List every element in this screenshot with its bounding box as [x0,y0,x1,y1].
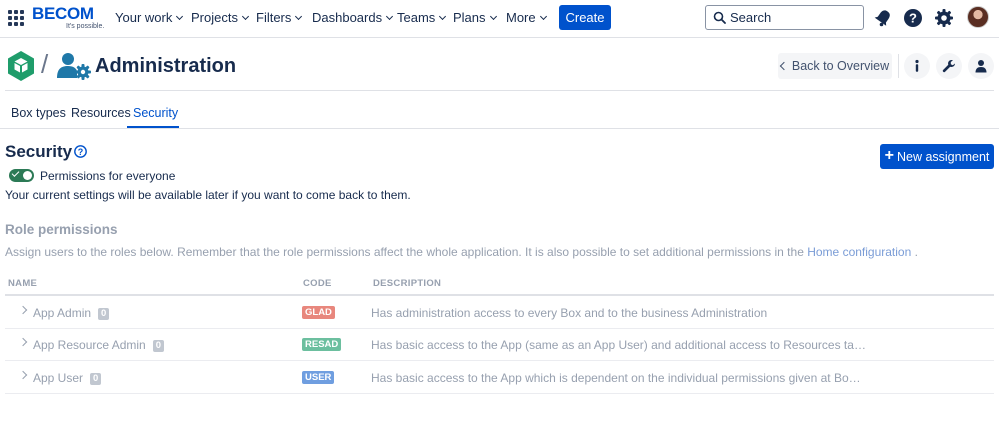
nav-label: Filters [256,10,292,25]
role-description: Has basic access to the App (same as an … [371,338,866,352]
role-name: App User [33,371,84,385]
table-row-name[interactable]: App User 0 [33,371,102,385]
notifications-icon[interactable] [872,7,894,29]
chevron-down-icon [176,12,184,21]
column-header-description[interactable]: DESCRIPTION [373,278,441,289]
role-description: Has administration access to every Box a… [371,306,768,320]
nav-label: Projects [191,10,238,25]
app-switcher-icon[interactable] [8,10,24,26]
search-input[interactable] [730,9,858,26]
chevron-down-icon [386,12,394,21]
user-button[interactable] [968,53,994,79]
chevron-left-icon [779,61,789,71]
row-divider [5,360,994,361]
becom-logo[interactable]: BECOM It's possible. [32,4,105,32]
nav-label: Dashboards [312,10,383,25]
role-code-badge: USER [302,371,335,384]
info-icon [915,59,919,72]
top-navigation: BECOM It's possible. Your work Projects … [0,0,999,38]
home-configuration-link[interactable]: Home configuration [807,245,911,259]
nav-filters[interactable]: Filters [256,10,303,25]
role-code-badge: RESAD [302,338,342,351]
column-header-name[interactable]: NAME [8,278,37,289]
tabs-divider [0,128,999,129]
back-to-overview-label: Back to Overview [791,59,890,73]
new-assignment-button[interactable]: + New assignment [880,144,994,169]
search-box[interactable] [705,5,864,30]
row-divider [5,328,994,329]
toggle-label: Permissions for everyone [40,169,176,183]
section-title: Security [5,142,73,161]
nav-teams[interactable]: Teams [397,10,447,25]
check-icon [11,169,20,177]
chevron-down-icon [295,12,303,21]
tab-box-types[interactable]: Box types [11,106,66,120]
configure-button[interactable] [936,53,962,79]
new-assignment-label: New assignment [896,149,990,164]
nav-dashboards[interactable]: Dashboards [312,10,394,25]
nav-projects[interactable]: Projects [191,10,250,25]
settings-icon[interactable] [933,7,955,29]
chevron-down-icon [539,12,547,21]
role-description-text: Assign users to the roles below. Remembe… [5,245,804,259]
table-header-divider [5,294,994,296]
nav-more[interactable]: More [506,10,547,25]
nav-label: More [506,10,536,25]
nav-label: Your work [115,10,173,25]
nav-your-work[interactable]: Your work [115,10,184,25]
role-permissions-title: Role permissions [5,222,118,237]
member-count-badge: 0 [98,308,110,320]
row-divider [5,393,994,394]
tab-resources[interactable]: Resources [71,106,131,120]
role-description-trailing: . [914,245,918,259]
logo-tagline: It's possible. [66,23,105,30]
svg-text:?: ? [909,11,917,26]
breadcrumb-separator: / [41,49,49,79]
logo-brand: BECOM [32,4,94,23]
role-permissions-description: Assign users to the roles below. Remembe… [5,245,918,259]
header-divider [5,90,994,91]
help-circle-icon[interactable]: ? [74,145,87,158]
role-code-badge: GLAD [302,306,335,319]
role-name: App Admin [33,306,92,320]
chevron-right-icon[interactable] [18,370,28,380]
tab-security[interactable]: Security [133,106,178,120]
chevron-down-icon [241,12,250,21]
nav-label: Teams [397,10,436,25]
table-row-name[interactable]: App Admin 0 [33,306,110,320]
settings-info-text: Your current settings will be available … [5,188,411,202]
nav-plans[interactable]: Plans [453,10,497,25]
chevron-down-icon [489,12,497,21]
administration-icon [57,53,91,80]
create-button[interactable]: Create [559,5,611,30]
profile-avatar[interactable] [967,6,989,28]
role-name: App Resource Admin [33,338,146,352]
toggle-knob [23,171,32,180]
wrench-icon [942,59,955,73]
info-button[interactable] [904,53,930,79]
member-count-badge: 0 [152,340,165,352]
chevron-right-icon[interactable] [18,337,28,347]
plus-icon: + [884,146,894,164]
divider [898,54,899,78]
member-count-badge: 0 [90,373,102,385]
nav-label: Plans [453,10,486,25]
chevron-down-icon [439,12,447,21]
search-icon [713,11,726,24]
app-logo-icon[interactable] [6,50,36,82]
permissions-toggle[interactable] [9,169,34,182]
column-header-code[interactable]: CODE [303,278,332,289]
user-icon [975,60,987,73]
svg-text:?: ? [78,147,84,157]
chevron-right-icon[interactable] [18,305,28,315]
table-row-name[interactable]: App Resource Admin 0 [33,338,165,352]
page-title: Administration [95,55,237,77]
role-description: Has basic access to the App which is dep… [371,371,866,385]
help-icon[interactable]: ? [902,7,924,29]
back-to-overview-button[interactable]: Back to Overview [778,53,892,79]
